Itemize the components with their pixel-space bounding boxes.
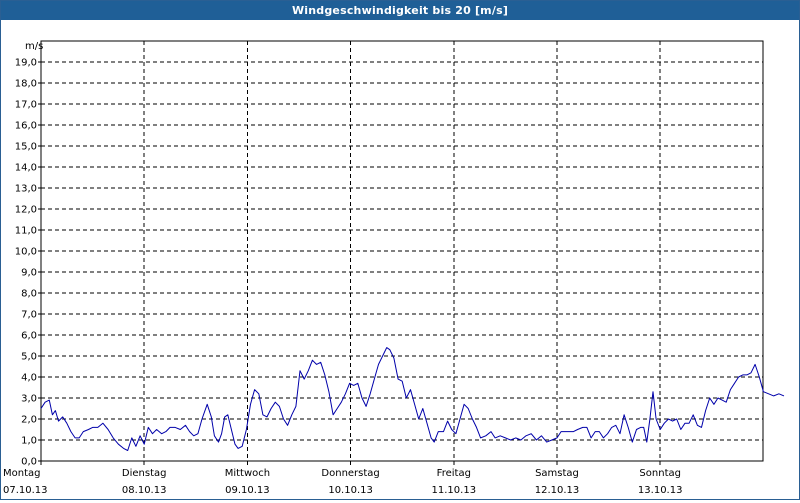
x-tick-label-date: 11.10.13 <box>432 485 477 496</box>
x-tick-label-date: 07.10.13 <box>3 485 48 496</box>
y-tick-label: 10,0 <box>15 247 37 258</box>
x-tick-label-date: 08.10.13 <box>122 485 167 496</box>
x-tick-label-day: Freitag <box>437 468 471 479</box>
y-tick-label: 18,0 <box>15 79 37 90</box>
x-tick-label-day: Donnerstag <box>321 468 379 479</box>
y-axis-label: m/s <box>25 41 43 52</box>
y-tick-label: 17,0 <box>15 100 37 111</box>
y-tick-label: 6,0 <box>21 331 37 342</box>
x-tick-label-date: 12.10.13 <box>535 485 580 496</box>
y-tick-label: 7,0 <box>21 310 37 321</box>
x-tick-label-day: Dienstag <box>122 468 167 479</box>
chart-window: Windgeschwindigkeit bis 20 [m/s] 0,0 1,0 2… <box>0 0 800 500</box>
y-tick-label: 16,0 <box>15 121 37 132</box>
y-tick-label: 0,0 <box>21 457 37 468</box>
y-tick-label: 3,0 <box>21 394 37 405</box>
y-tick-label: 15,0 <box>15 142 37 153</box>
y-tick-label: 14,0 <box>15 163 37 174</box>
y-tick-label: 19,0 <box>15 58 37 69</box>
chart-title: Windgeschwindigkeit bis 20 [m/s] <box>1 1 799 20</box>
y-tick-label: 2,0 <box>21 415 37 426</box>
y-tick-label: 5,0 <box>21 352 37 363</box>
y-tick-label: 1,0 <box>21 436 37 447</box>
y-tick-label: 12,0 <box>15 205 37 216</box>
x-tick-label-day: Sonntag <box>639 468 681 479</box>
x-tick-label-day: Mittwoch <box>225 468 270 479</box>
y-tick-label: 13,0 <box>15 184 37 195</box>
x-tick-label-date: 13.10.13 <box>638 485 683 496</box>
y-tick-label: 4,0 <box>21 373 37 384</box>
x-tick-label-day: Montag <box>3 468 40 479</box>
chart-area: 0,0 1,0 2,0 3,0 4,0 5,0 6,0 7,0 8,0 9,0 10,0 11,0 12… <box>1 21 799 499</box>
y-tick-label: 11,0 <box>15 226 37 237</box>
y-tick-label: 9,0 <box>21 268 37 279</box>
x-tick-label-date: 10.10.13 <box>328 485 373 496</box>
wind-speed-chart: 0,0 1,0 2,0 3,0 4,0 5,0 6,0 7,0 8,0 9,0 10,0 11,0 12… <box>3 40 785 496</box>
y-tick-label: 8,0 <box>21 289 37 300</box>
x-tick-label-date: 09.10.13 <box>225 485 270 496</box>
y-axis: 0,0 1,0 2,0 3,0 4,0 5,0 6,0 7,0 8,0 9,0 10,0 11,0 12… <box>15 58 41 468</box>
x-tick-label-day: Samstag <box>535 468 579 479</box>
x-axis: Montag 07.10.13 Dienstag 08.10.13 Mittwoch 09… <box>3 461 682 496</box>
